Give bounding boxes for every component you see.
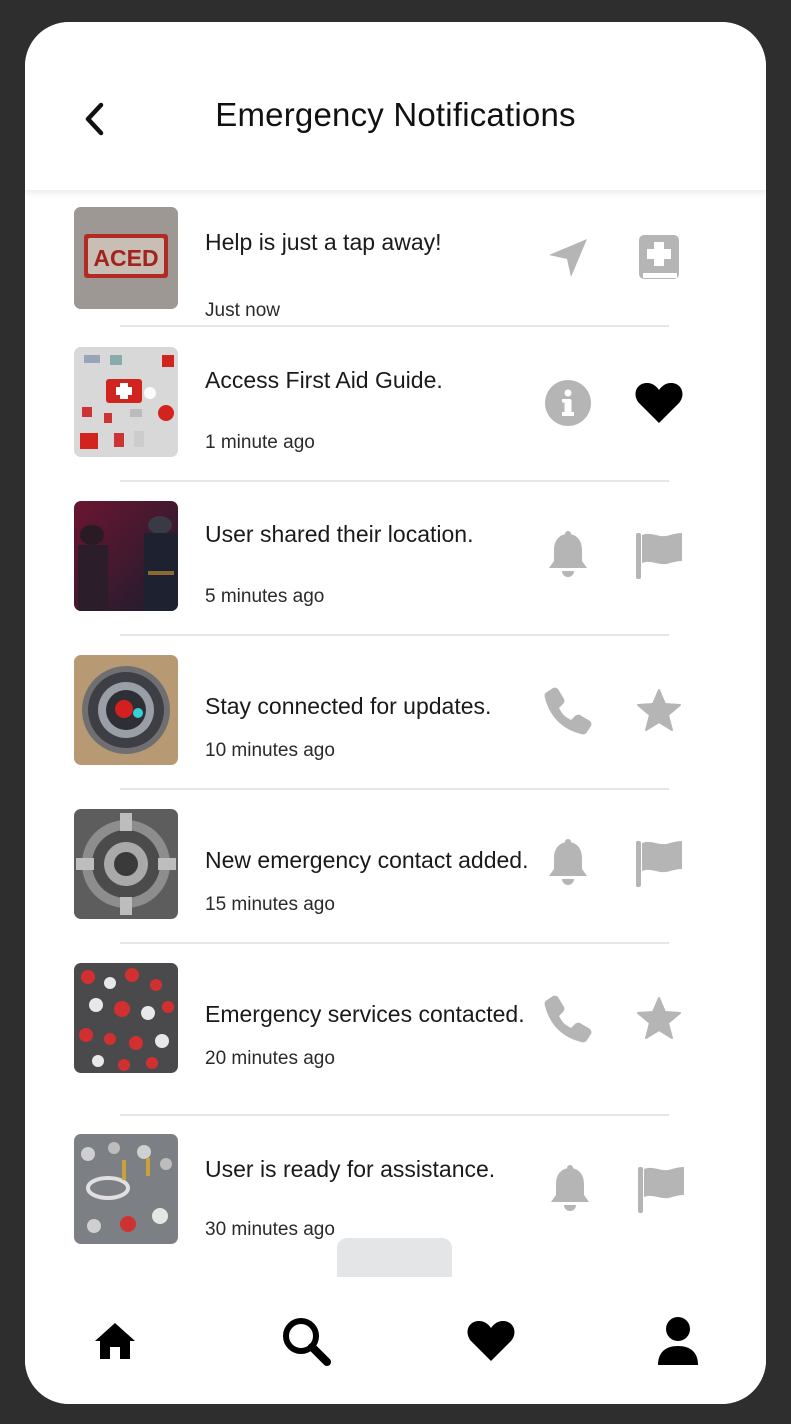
notification-item[interactable]: User shared their location. 5 minutes ag…: [25, 501, 766, 655]
notification-thumbnail: [74, 809, 178, 919]
scroll-handle[interactable]: [337, 1238, 452, 1278]
notification-thumbnail: [74, 963, 178, 1073]
notification-message: Emergency services contacted.: [205, 1001, 525, 1027]
divider: [120, 1114, 669, 1116]
navigation-arrow-icon[interactable]: [543, 233, 593, 283]
bell-icon[interactable]: [543, 838, 593, 888]
notification-item[interactable]: New emergency contact added. 15 minutes …: [25, 809, 766, 963]
flag-icon[interactable]: [634, 530, 684, 580]
notification-time: 20 minutes ago: [205, 1048, 335, 1069]
app-header: Emergency Notifications: [25, 22, 766, 190]
phone-screen: Emergency Notifications ACED Help is jus…: [25, 22, 766, 1404]
notification-item[interactable]: Emergency services contacted. 20 minutes…: [25, 963, 766, 1117]
star-icon[interactable]: [634, 686, 684, 736]
profile-icon: [658, 1317, 698, 1365]
flag-icon[interactable]: [636, 1164, 686, 1214]
bell-icon[interactable]: [543, 530, 593, 580]
notification-thumbnail: [74, 347, 178, 457]
notification-time: 1 minute ago: [205, 432, 315, 453]
tab-favorites[interactable]: [463, 1313, 519, 1369]
notification-time: Just now: [205, 300, 280, 321]
info-icon[interactable]: [543, 378, 593, 428]
notification-time: 5 minutes ago: [205, 586, 325, 607]
tab-profile[interactable]: [650, 1313, 706, 1369]
phone-icon[interactable]: [543, 994, 593, 1044]
notification-time: 10 minutes ago: [205, 740, 335, 761]
heart-icon[interactable]: [634, 378, 684, 428]
notification-thumbnail: [74, 501, 178, 611]
page-title: Emergency Notifications: [25, 96, 766, 134]
bell-icon[interactable]: [545, 1164, 595, 1214]
notification-message: User shared their location.: [205, 521, 474, 547]
thumbnail-aced-text: ACED: [93, 245, 158, 271]
heart-icon: [467, 1321, 515, 1361]
notification-message: Stay connected for updates.: [205, 693, 492, 719]
flag-icon[interactable]: [634, 838, 684, 888]
notification-time: 30 minutes ago: [205, 1219, 335, 1240]
divider: [120, 788, 669, 790]
notification-message: User is ready for assistance.: [205, 1156, 496, 1182]
divider: [120, 634, 669, 636]
notification-thumbnail: [74, 1134, 178, 1244]
phone-icon[interactable]: [543, 686, 593, 736]
tab-search[interactable]: [278, 1313, 334, 1369]
notification-time: 15 minutes ago: [205, 894, 335, 915]
notification-thumbnail: ACED: [74, 207, 178, 309]
divider: [120, 480, 669, 482]
star-icon[interactable]: [634, 994, 684, 1044]
search-icon: [283, 1318, 331, 1366]
notification-item[interactable]: Stay connected for updates. 10 minutes a…: [25, 655, 766, 809]
divider: [120, 942, 669, 944]
notification-item[interactable]: Access First Aid Guide. 1 minute ago: [25, 347, 766, 501]
notification-message: Access First Aid Guide.: [205, 367, 443, 393]
divider: [120, 325, 669, 327]
notification-thumbnail: [74, 655, 178, 765]
tab-home[interactable]: [87, 1313, 143, 1369]
page-title-text: Emergency Notifications: [215, 96, 576, 133]
first-aid-book-icon[interactable]: [634, 233, 684, 283]
notification-message: Help is just a tap away!: [205, 229, 442, 255]
home-icon: [95, 1323, 135, 1359]
bottom-tab-bar: [25, 1277, 766, 1404]
notification-message: New emergency contact added.: [205, 847, 529, 873]
